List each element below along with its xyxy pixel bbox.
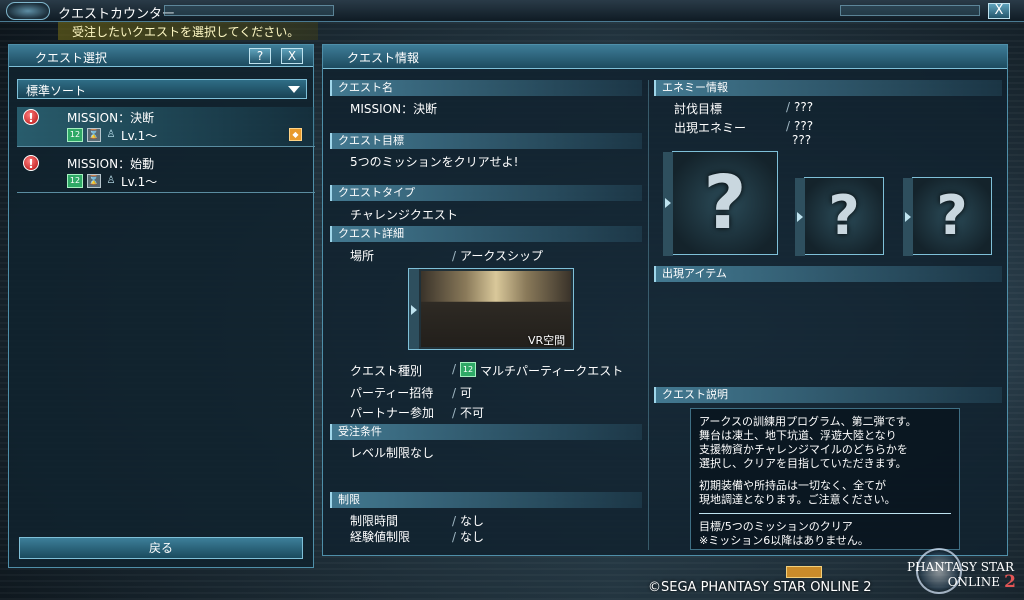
level-icon: ♙ xyxy=(106,129,116,140)
location-value: / アークスシップ xyxy=(452,249,543,263)
quest-name: MISSION：始動 xyxy=(67,157,155,171)
window-title: クエストカウンター xyxy=(58,7,176,22)
party-invite-value: / 可 xyxy=(452,386,473,400)
quest-level: Lv.1〜 xyxy=(121,174,158,189)
panel-title: クエスト情報 xyxy=(347,51,420,65)
status-badge xyxy=(786,566,822,578)
quest-name-value: MISSION：決断 xyxy=(350,102,438,116)
logo-line: PHANTASY STAR xyxy=(907,560,1014,574)
description-line: 支援物資かチャレンジマイルのどちらかを xyxy=(699,443,908,456)
panel-title: クエスト選択 xyxy=(35,51,108,65)
enemy-card-unknown[interactable]: ? xyxy=(795,177,884,256)
section-quest-type: クエストタイプ xyxy=(330,185,642,201)
section-limits: 制限 xyxy=(330,492,642,508)
instruction-text: 受注したいクエストを選択してください。 xyxy=(58,22,318,40)
partner-label: パートナー参加 xyxy=(350,406,435,420)
unknown-enemy-icon: ? xyxy=(936,184,968,247)
description-line: 選択し、クリアを目指していただきます。 xyxy=(699,457,907,470)
copyright-text: ©SEGA PHANTASY STAR ONLINE 2 xyxy=(648,580,872,595)
description-goal: ※ミッション6以降はありません。 xyxy=(699,534,869,547)
quest-name: MISSION：決断 xyxy=(67,111,155,125)
enemy-card-unknown[interactable]: ? xyxy=(903,177,992,256)
target-label: 討伐目標 xyxy=(674,102,723,116)
time-limit-label: 制限時間 xyxy=(350,514,399,528)
description-goal: 目標/5つのミッションのクリア xyxy=(699,520,853,533)
unknown-enemy-icon: ? xyxy=(828,184,860,247)
time-limit-value: / なし xyxy=(452,514,485,528)
quest-list-item[interactable]: ! MISSION：決断 12 ⌛ ♙ Lv.1〜 ◆ xyxy=(17,107,315,147)
quest-list-item[interactable]: ! MISSION：始動 12 ⌛ ♙ Lv.1〜 xyxy=(17,153,315,193)
sort-selected-label: 標準ソート xyxy=(26,84,87,98)
section-items: 出現アイテム xyxy=(654,266,1002,282)
title-bar: クエストカウンター X xyxy=(0,0,1024,22)
level-icon: ♙ xyxy=(106,175,116,186)
dropdown-arrow-icon xyxy=(288,86,300,93)
conditions-value: レベル制限なし xyxy=(350,446,435,460)
help-button[interactable]: ? xyxy=(249,48,271,64)
appear-enemy-value: /??? xyxy=(786,119,814,133)
appear-enemy-label: 出現エネミー xyxy=(674,121,747,135)
unknown-enemy-icon: ? xyxy=(703,160,747,246)
enemy-card-unknown[interactable]: ? xyxy=(663,151,778,256)
quest-goal-value: 5つのミッションをクリアせよ! xyxy=(350,155,519,169)
arrow-right-icon xyxy=(665,198,671,208)
exp-limit-label: 経験値制限 xyxy=(350,530,411,544)
sort-dropdown[interactable]: 標準ソート xyxy=(17,79,307,99)
party-quest-icon: 12 xyxy=(67,174,83,188)
quest-kind-label: クエスト種別 xyxy=(350,364,423,378)
divider xyxy=(699,513,951,514)
column-divider xyxy=(648,80,649,550)
panel-close-button[interactable]: X xyxy=(281,48,303,64)
decor-bar xyxy=(164,5,334,16)
logo-number: 2 xyxy=(1004,572,1016,592)
hourglass-icon: ⌛ xyxy=(87,174,101,188)
target-value: /??? xyxy=(786,100,814,114)
party-invite-label: パーティー招待 xyxy=(350,386,434,400)
back-button[interactable]: 戻る xyxy=(19,537,303,559)
section-description: クエスト説明 xyxy=(654,387,1002,403)
location-label: 場所 xyxy=(350,249,375,263)
description-line: アークスの訓練用プログラム、第二弾です。 xyxy=(699,415,917,428)
arrow-right-icon xyxy=(797,212,803,222)
hourglass-icon: ⌛ xyxy=(87,128,101,142)
quest-info-header: クエスト情報 xyxy=(323,45,1007,69)
quest-kind-value: マルチパーティークエスト xyxy=(480,364,624,378)
arrow-right-icon xyxy=(905,212,911,222)
exp-limit-value: / なし xyxy=(452,530,485,544)
section-quest-name: クエスト名 xyxy=(330,80,642,96)
area-label: VR空間 xyxy=(528,334,566,347)
section-enemy-info: エネミー情報 xyxy=(654,80,1002,96)
appear-enemy-value: ??? xyxy=(792,133,812,147)
arrow-right-icon xyxy=(411,305,417,315)
slash-divider: / xyxy=(452,362,457,376)
party-quest-icon: 12 xyxy=(460,362,476,377)
alert-icon: ! xyxy=(23,109,39,125)
description-note: 初期装備や所持品は一切なく、全てが xyxy=(699,479,886,492)
section-conditions: 受注条件 xyxy=(330,424,642,440)
alert-icon: ! xyxy=(23,155,39,171)
party-quest-icon: 12 xyxy=(67,128,83,142)
quest-select-header: クエスト選択 ? X xyxy=(9,45,313,67)
logo-line: ONLINE xyxy=(947,575,1000,589)
section-quest-details: クエスト詳細 xyxy=(330,226,642,242)
quest-type-value: チャレンジクエスト xyxy=(350,208,458,222)
decor-bar xyxy=(840,5,980,16)
description-line: 舞台は凍土、地下坑道、浮遊大陸となり xyxy=(699,429,897,442)
quest-level: Lv.1〜 xyxy=(121,128,158,143)
quest-select-panel: クエスト選択 ? X 標準ソート ! MISSION：決断 12 ⌛ ♙ Lv.… xyxy=(8,44,315,568)
window-close-button[interactable]: X xyxy=(988,3,1010,19)
partner-value: / 不可 xyxy=(452,406,485,420)
game-logo: PHANTASY STAR ONLINE 2 xyxy=(906,548,1018,596)
quest-description: アークスの訓練用プログラム、第二弾です。 舞台は凍土、地下坑道、浮遊大陸となり … xyxy=(690,408,960,550)
section-quest-goal: クエスト目標 xyxy=(330,133,642,149)
reward-icon: ◆ xyxy=(289,128,302,141)
description-note: 現地調達となります。ご注意ください。 xyxy=(699,493,896,506)
emblem-icon xyxy=(6,2,50,20)
